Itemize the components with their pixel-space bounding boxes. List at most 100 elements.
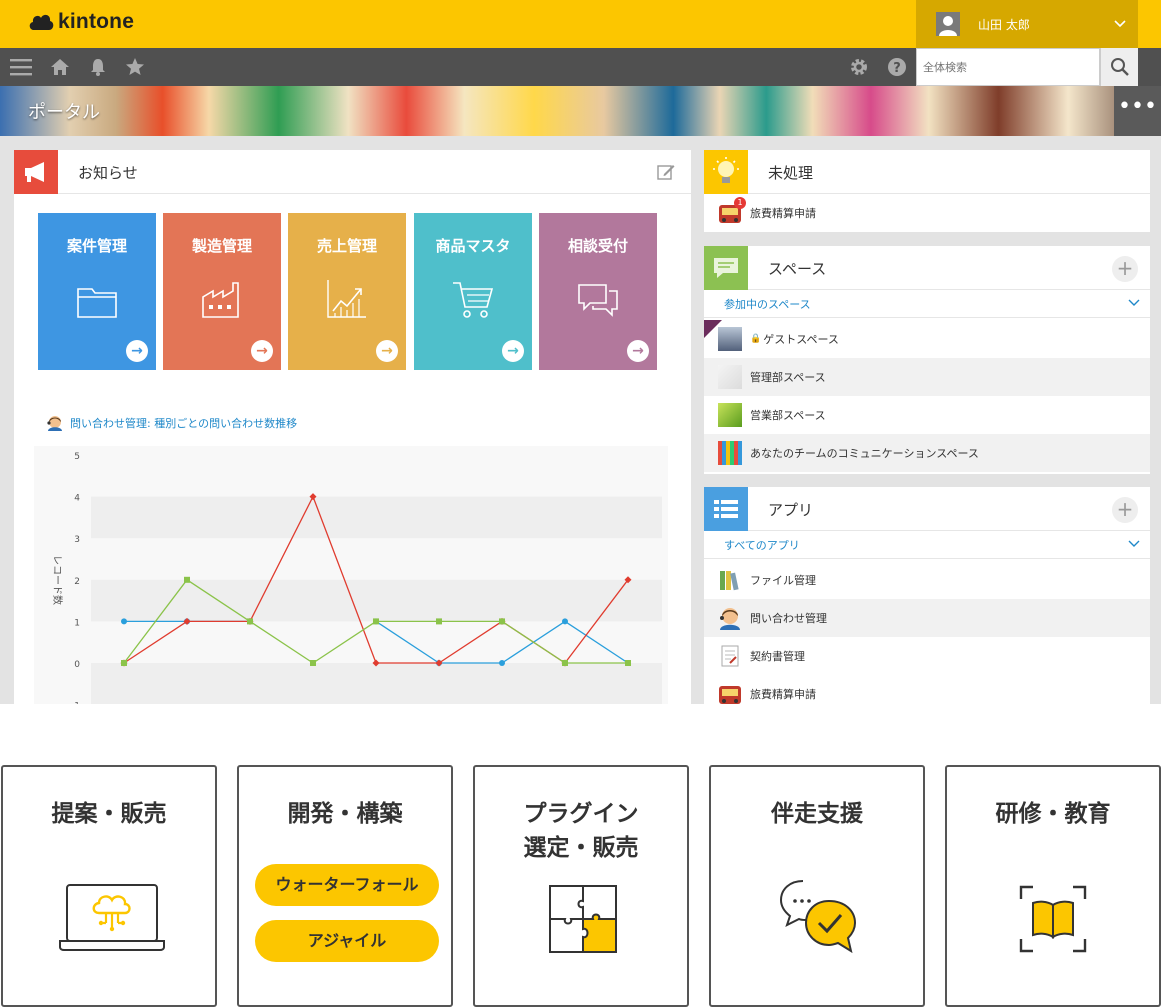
app-item-inquiry-management[interactable]: 問い合わせ管理 (704, 599, 1150, 637)
card-title-line2: 選定・販売 (523, 835, 639, 861)
data-point[interactable] (625, 660, 631, 666)
user-menu[interactable]: 山田 太郎 (916, 0, 1138, 48)
card-title: 研修・教育 (995, 801, 1111, 827)
notice-title: お知らせ (78, 164, 138, 182)
arrow-right-icon[interactable]: → (376, 340, 398, 362)
data-point[interactable] (436, 618, 442, 625)
spaces-panel-header: スペース + (704, 246, 1150, 290)
more-options-icon[interactable]: ••• (1114, 86, 1161, 136)
list-item-label: 旅費精算申請 (750, 688, 816, 701)
book-scan-icon (1019, 885, 1087, 953)
tile-case-management[interactable]: 案件管理 → (38, 213, 156, 370)
portal-banner: ポータル (0, 86, 1161, 136)
list-item-label: ゲストスペース (763, 333, 839, 346)
data-point[interactable] (121, 618, 127, 625)
laptop-cloud-icon (59, 884, 165, 951)
chevron-down-icon (1114, 17, 1126, 31)
bus-app-icon (718, 682, 742, 704)
list-item-label: 管理部スペース (750, 371, 826, 384)
y-tick-label: 3 (74, 535, 80, 545)
data-point[interactable] (121, 660, 127, 666)
chevron-down-icon (1128, 533, 1140, 559)
top-header: kintone 山田 太郎 (0, 0, 1161, 48)
service-card-development: 開発・構築 ウォーターフォール アジャイル (237, 765, 453, 1007)
notice-panel-header: お知らせ (14, 150, 691, 194)
data-point[interactable] (562, 660, 568, 666)
folder-icon (77, 288, 117, 318)
kintone-portal-screenshot: kintone 山田 太郎 ? 全体検索 ポータル ••• お知らせ 案件管理 … (0, 0, 1161, 704)
tile-manufacturing-management[interactable]: 製造管理 → (163, 213, 281, 370)
card-title: 提案・販売 (51, 801, 167, 827)
data-point[interactable] (310, 660, 316, 666)
data-point[interactable] (499, 618, 505, 625)
data-point[interactable] (562, 618, 568, 625)
space-item-team[interactable]: あなたのチームのコミュニケーションスペース (704, 434, 1150, 472)
arrow-right-icon[interactable]: → (126, 340, 148, 362)
space-thumbnail-icon (718, 365, 742, 389)
arrow-right-icon[interactable]: → (251, 340, 273, 362)
service-card-support: 伴走支援 (709, 765, 925, 1007)
logo-text: kintone (58, 10, 135, 33)
arrow-right-icon[interactable]: → (627, 340, 649, 362)
space-item-sales[interactable]: 営業部スペース (704, 396, 1150, 434)
service-card-training: 研修・教育 (945, 765, 1161, 1007)
consultation-chat-icon (779, 880, 857, 954)
apps-title: アプリ (768, 501, 814, 519)
add-app-button[interactable]: + (1112, 497, 1138, 523)
search-button[interactable] (1100, 48, 1138, 86)
global-search-field[interactable] (916, 48, 1100, 86)
card-title: 伴走支援 (771, 801, 863, 827)
spaces-filter-label: 参加中のスペース (724, 298, 811, 311)
space-item-admin[interactable]: 管理部スペース (704, 358, 1150, 396)
help-icon[interactable]: ? (887, 57, 907, 77)
lock-icon: 🔒 (750, 334, 762, 344)
apps-panel-header: アプリ + (704, 487, 1150, 531)
spaces-filter-dropdown[interactable]: 参加中のスペース (704, 292, 1150, 318)
tile-label: 商品マスタ (435, 237, 511, 255)
tile-product-master[interactable]: 商品マスタ → (414, 213, 532, 370)
tile-label: 案件管理 (66, 237, 127, 255)
data-point[interactable] (499, 660, 505, 666)
tile-sales-management[interactable]: 売上管理 → (288, 213, 406, 370)
chevron-down-icon (1128, 292, 1140, 318)
search-input[interactable] (917, 49, 1099, 85)
tile-consultation-desk[interactable]: 相談受付 → (539, 213, 657, 370)
hamburger-menu-icon[interactable] (10, 57, 32, 77)
y-tick-label: -1 (71, 702, 80, 704)
app-item-travel-expense[interactable]: 旅費精算申請 (704, 675, 1150, 704)
data-point[interactable] (184, 576, 190, 583)
arrow-right-icon[interactable]: → (502, 340, 524, 362)
y-axis-label: レコード数 (51, 555, 64, 605)
list-item-label: 営業部スペース (750, 409, 826, 422)
chart-title-link[interactable]: 問い合わせ管理: 種別ごとの問い合わせ数推移 (46, 414, 297, 432)
apps-filter-dropdown[interactable]: すべてのアプリ (704, 533, 1150, 559)
apps-filter-label: すべてのアプリ (724, 539, 800, 552)
bell-icon[interactable] (88, 57, 108, 77)
data-point[interactable] (373, 618, 379, 625)
data-point[interactable] (247, 618, 253, 625)
gear-icon[interactable] (849, 57, 869, 77)
contract-document-icon (718, 644, 742, 668)
list-item-label: ファイル管理 (750, 574, 816, 587)
tile-label: 製造管理 (191, 237, 252, 255)
app-item-contract-management[interactable]: 契約書管理 (704, 637, 1150, 675)
app-item-file-management[interactable]: ファイル管理 (704, 561, 1150, 599)
star-icon[interactable] (125, 57, 145, 77)
inquiry-trend-line-chart: 5 4 3 2 1 0 -1 レコード数 (34, 446, 668, 704)
kintone-logo[interactable]: kintone (28, 10, 134, 34)
edit-icon[interactable] (657, 163, 675, 185)
speech-bubble-icon (704, 246, 748, 290)
card-title: 開発・構築 (287, 801, 403, 827)
bus-app-icon: 1 (718, 197, 746, 225)
home-icon[interactable] (50, 57, 70, 77)
y-tick-label: 1 (74, 618, 80, 628)
add-space-button[interactable]: + (1112, 256, 1138, 282)
pending-item-travel-expense[interactable]: 1 旅費精算申請 (704, 194, 1150, 232)
lightbulb-icon (704, 150, 748, 194)
svg-text:?: ? (893, 61, 901, 76)
space-item-guest[interactable]: 🔒 ゲストスペース (704, 320, 1150, 358)
search-icon (1110, 58, 1129, 76)
space-thumbnail-icon (718, 327, 742, 351)
tile-label: 相談受付 (567, 237, 628, 255)
puzzle-pieces-icon (549, 885, 617, 953)
